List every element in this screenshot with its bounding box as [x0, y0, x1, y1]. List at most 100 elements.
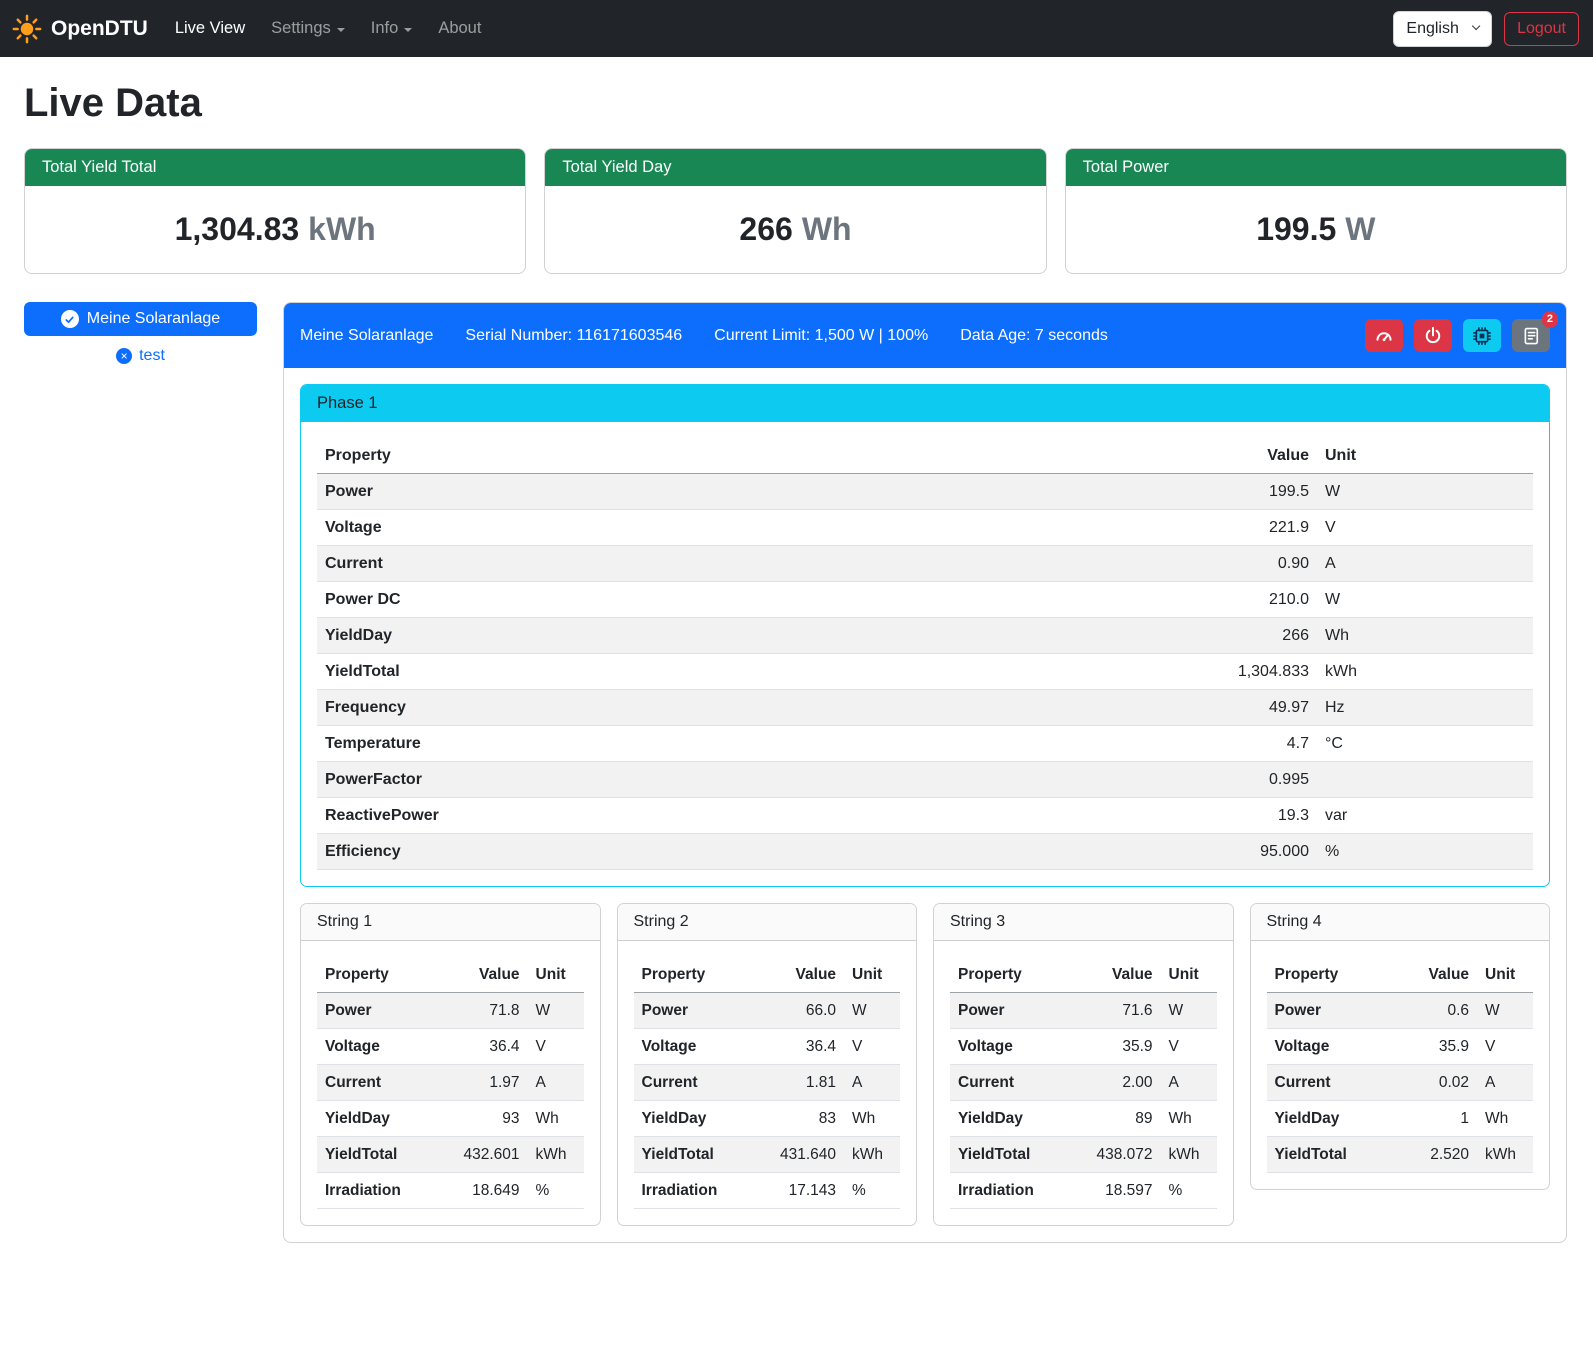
unit-cell: V — [844, 1029, 900, 1065]
property-cell: YieldDay — [950, 1101, 1068, 1137]
table-header-row: PropertyValueUnit — [950, 957, 1217, 993]
property-cell: Temperature — [317, 726, 915, 762]
table-row: Current2.00A — [950, 1065, 1217, 1101]
unit-cell: Wh — [528, 1101, 584, 1137]
property-cell: ReactivePower — [317, 798, 915, 834]
value-cell: 18.649 — [435, 1173, 528, 1209]
property-cell: YieldTotal — [950, 1137, 1068, 1173]
property-cell: Frequency — [317, 690, 915, 726]
unit-cell: kWh — [844, 1137, 900, 1173]
inverter-panel: Meine Solaranlage Serial Number: 1161716… — [283, 302, 1567, 1243]
property-cell: Power — [1267, 993, 1395, 1029]
value-cell: 0.90 — [915, 546, 1317, 582]
summary-card-total-yield-day: Total Yield Day 266Wh — [544, 148, 1046, 274]
table-header-row: PropertyValueUnit — [317, 957, 584, 993]
value-cell: 66.0 — [751, 993, 844, 1029]
unit-cell: V — [528, 1029, 584, 1065]
value-cell: 0.995 — [915, 762, 1317, 798]
table-row: Current1.81A — [634, 1065, 901, 1101]
string-title: String 1 — [301, 904, 600, 941]
inverter-select-button[interactable]: Meine Solaranlage — [24, 302, 257, 336]
string-table-container: PropertyValueUnitPower0.6WVoltage35.9VCu… — [1251, 941, 1550, 1173]
value-cell: 0.6 — [1395, 993, 1477, 1029]
value-cell: 221.9 — [915, 510, 1317, 546]
unit-cell: % — [1161, 1173, 1217, 1209]
property-cell: Irradiation — [634, 1173, 752, 1209]
property-cell: Current — [317, 546, 915, 582]
table-row: YieldDay89Wh — [950, 1101, 1217, 1137]
property-cell: Efficiency — [317, 834, 915, 870]
unit-cell: W — [528, 993, 584, 1029]
nav-item-about[interactable]: About — [425, 11, 494, 46]
chevron-down-icon — [404, 28, 412, 32]
table-row: Irradiation18.649% — [317, 1173, 584, 1209]
unit-cell: Wh — [1317, 618, 1533, 654]
table-row: PowerFactor0.995 — [317, 762, 1533, 798]
language-select[interactable]: English — [1393, 11, 1492, 47]
strings-row: String 1 PropertyValueUnitPower71.8WVolt… — [300, 903, 1550, 1226]
column-header: Unit — [1161, 957, 1217, 993]
table-row: Voltage35.9V — [950, 1029, 1217, 1065]
string-card-4: String 4 PropertyValueUnitPower0.6WVolta… — [1250, 903, 1551, 1190]
unit-cell: A — [1161, 1065, 1217, 1101]
summary-card-title: Total Yield Day — [545, 149, 1045, 186]
unit-cell: Wh — [844, 1101, 900, 1137]
content-row: Meine Solaranlage × test Meine Solaranla… — [24, 302, 1567, 1243]
value-cell: 89 — [1068, 1101, 1161, 1137]
device-info-button[interactable] — [1463, 319, 1501, 352]
string-card-2: String 2 PropertyValueUnitPower66.0WVolt… — [617, 903, 918, 1226]
string-table-container: PropertyValueUnitPower66.0WVoltage36.4VC… — [618, 941, 917, 1209]
summary-value: 199.5 — [1256, 211, 1336, 247]
value-cell: 431.640 — [751, 1137, 844, 1173]
column-header: Property — [317, 438, 915, 474]
unit-cell: var — [1317, 798, 1533, 834]
value-cell: 71.6 — [1068, 993, 1161, 1029]
inverter-header: Meine Solaranlage Serial Number: 1161716… — [284, 303, 1566, 368]
data-table: PropertyValueUnitPower199.5WVoltage221.9… — [317, 438, 1533, 870]
nav-item-about-label: About — [438, 19, 481, 38]
property-cell: Power DC — [317, 582, 915, 618]
table-row: Current0.90A — [317, 546, 1533, 582]
value-cell: 2.520 — [1395, 1137, 1477, 1173]
navbar-left: OpenDTU Live View Settings Info About — [12, 11, 494, 46]
table-row: Power71.8W — [317, 993, 584, 1029]
column-header: Property — [1267, 957, 1395, 993]
journal-text-icon — [1521, 326, 1541, 346]
nav-item-settings[interactable]: Settings — [258, 11, 358, 46]
limit-settings-button[interactable] — [1365, 319, 1403, 352]
inverter-sidebar: Meine Solaranlage × test — [24, 302, 257, 365]
unit-cell: A — [1477, 1065, 1533, 1101]
data-age: Data Age: 7 seconds — [960, 327, 1108, 345]
table-row: ReactivePower19.3var — [317, 798, 1533, 834]
column-header: Unit — [528, 957, 584, 993]
event-log-button[interactable]: 2 — [1512, 319, 1550, 352]
property-cell: Irradiation — [950, 1173, 1068, 1209]
brand[interactable]: OpenDTU — [12, 14, 148, 44]
property-cell: Current — [634, 1065, 752, 1101]
summary-card-body: 1,304.83kWh — [25, 186, 525, 273]
sidebar-item-test[interactable]: × test — [116, 347, 165, 365]
nav-item-info[interactable]: Info — [358, 11, 426, 46]
table-row: YieldDay93Wh — [317, 1101, 584, 1137]
value-cell: 83 — [751, 1101, 844, 1137]
summary-value: 1,304.83 — [175, 211, 300, 247]
property-cell: Current — [317, 1065, 435, 1101]
property-cell: YieldDay — [317, 618, 915, 654]
column-header: Value — [1068, 957, 1161, 993]
value-cell: 36.4 — [751, 1029, 844, 1065]
unit-cell: V — [1317, 510, 1533, 546]
property-cell: YieldDay — [634, 1101, 752, 1137]
nav-item-live-view[interactable]: Live View — [162, 11, 258, 46]
table-row: Frequency49.97Hz — [317, 690, 1533, 726]
logout-button[interactable]: Logout — [1504, 12, 1579, 46]
property-cell: PowerFactor — [317, 762, 915, 798]
power-toggle-button[interactable] — [1414, 319, 1452, 352]
string-title: String 2 — [618, 904, 917, 941]
unit-cell: A — [1317, 546, 1533, 582]
sun-icon — [12, 14, 42, 44]
unit-cell: kWh — [528, 1137, 584, 1173]
value-cell: 36.4 — [435, 1029, 528, 1065]
power-icon — [1423, 326, 1443, 346]
unit-cell: % — [528, 1173, 584, 1209]
column-header: Value — [915, 438, 1317, 474]
